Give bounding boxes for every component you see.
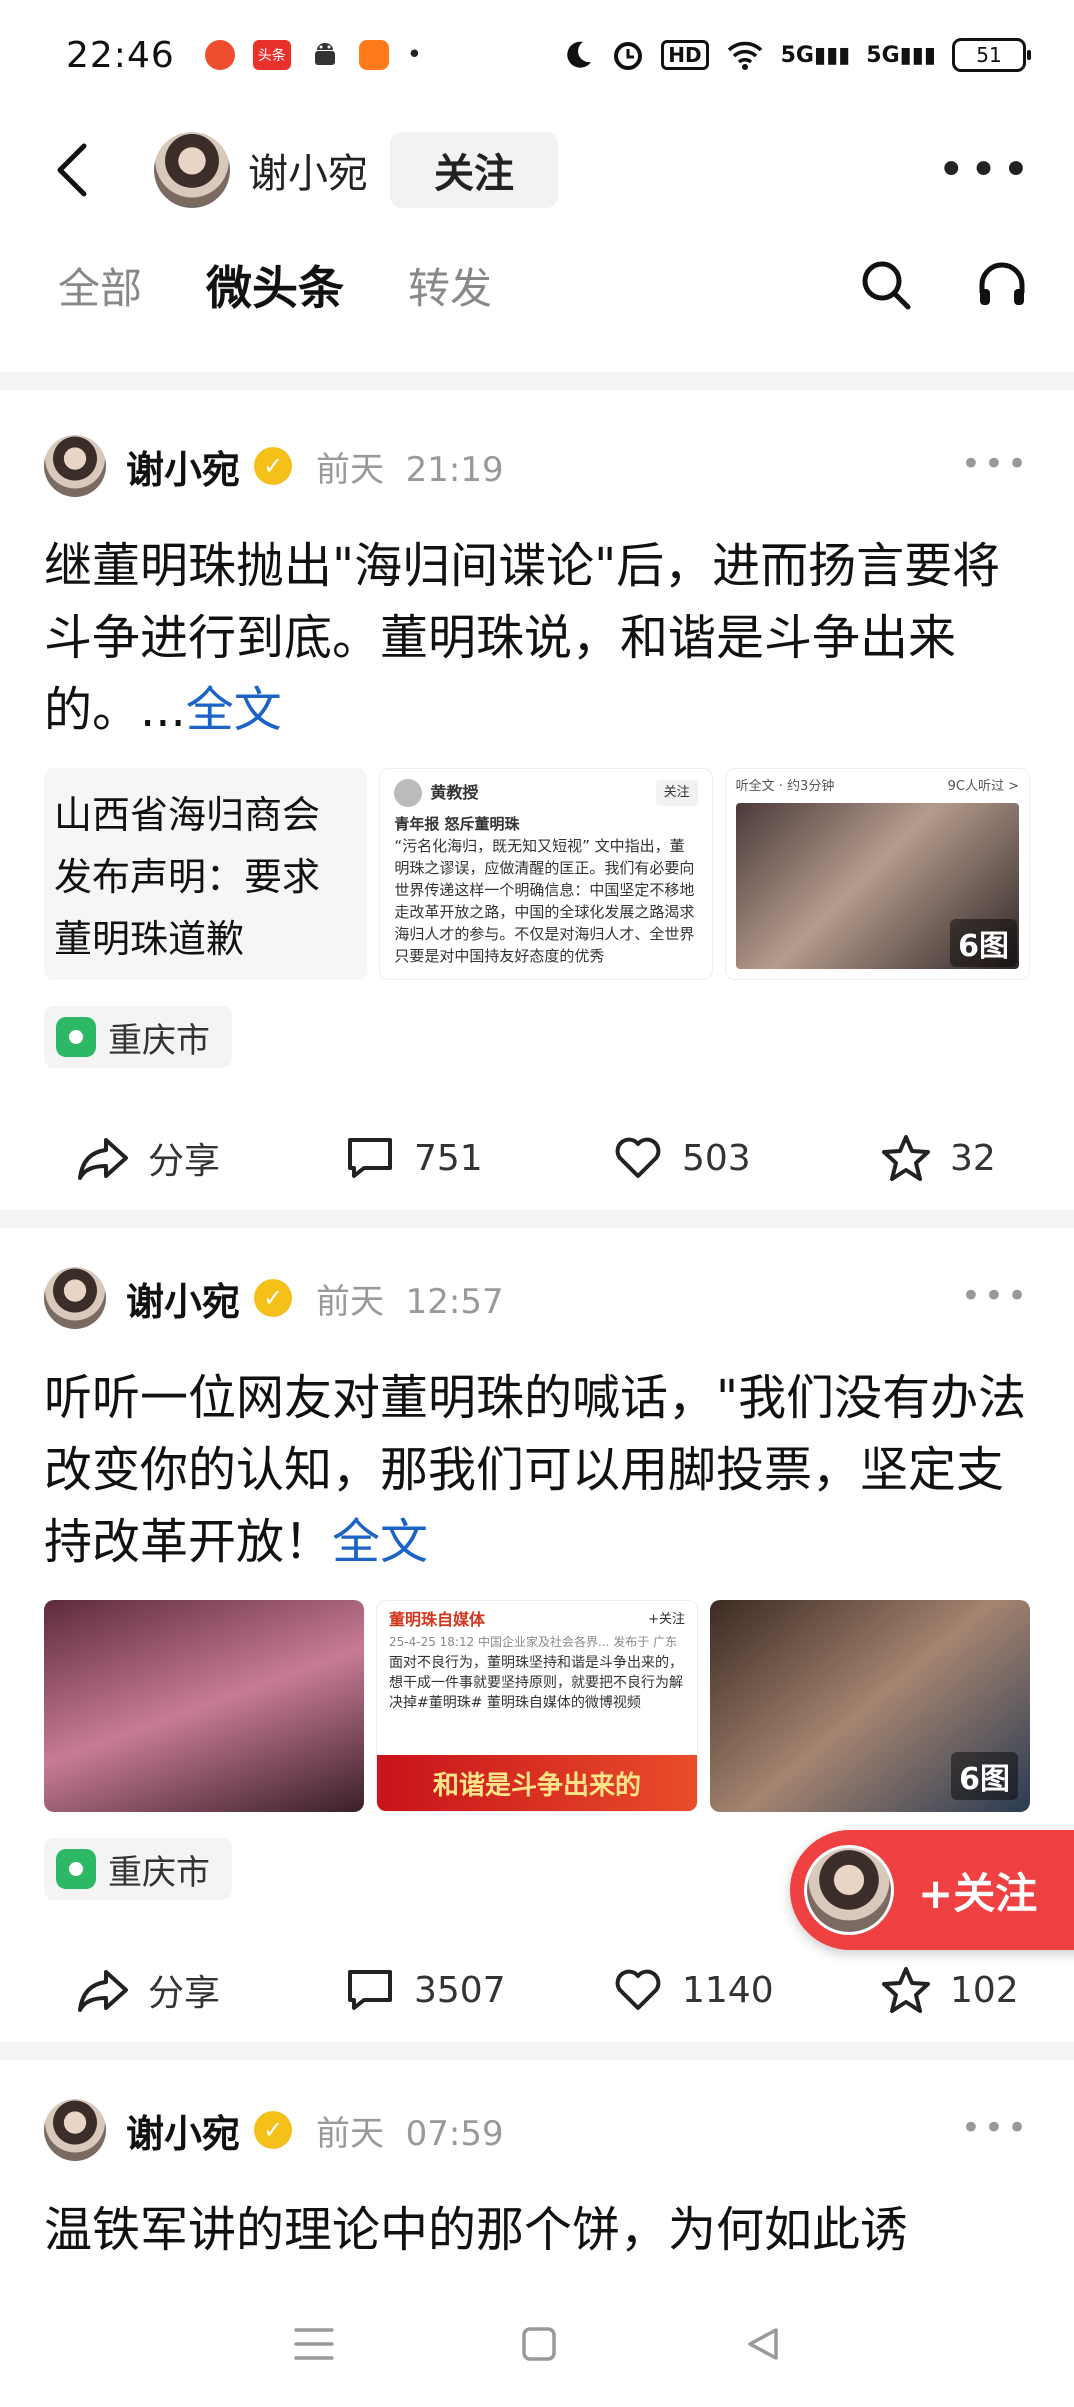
comment-icon	[348, 1970, 392, 2010]
status-bar: 22:46 头条 • HD 5G▮▮▮ 5G▮▮▮ 51	[0, 0, 1074, 110]
author-avatar[interactable]	[44, 2099, 106, 2161]
location-pin-icon	[56, 1849, 96, 1889]
image-count-badge: 6图	[950, 919, 1017, 967]
android-icon	[314, 43, 335, 65]
author-avatar[interactable]	[44, 435, 106, 497]
menu-icon[interactable]	[292, 2324, 336, 2364]
search-icon[interactable]	[858, 257, 914, 313]
post-time: 前天 12:57	[316, 1281, 504, 1322]
profile-name[interactable]: 谢小宛	[248, 141, 368, 199]
notification-app-icon	[204, 40, 235, 70]
orange-app-icon	[358, 40, 389, 70]
tab-all[interactable]: 全部	[58, 255, 142, 316]
headphones-icon[interactable]	[974, 257, 1030, 313]
wifi-icon	[727, 41, 762, 70]
divider	[0, 1210, 1074, 1228]
toutiao-icon: 头条	[252, 40, 291, 70]
content-tabs: 全部 微头条 转发	[0, 230, 1074, 340]
verified-icon: ✓	[254, 2111, 293, 2149]
divider	[0, 372, 1074, 390]
floating-follow-button[interactable]: +关注	[790, 1830, 1074, 1950]
more-icon[interactable]: •••	[937, 142, 1034, 198]
favorite-button[interactable]: 32	[880, 1133, 1030, 1183]
doc-avatar	[394, 779, 423, 807]
author-avatar[interactable]	[44, 1267, 106, 1329]
post-more-icon[interactable]: •••	[961, 444, 1030, 484]
video-banner: 和谐是斗争出来的	[377, 1755, 697, 1811]
post-time: 前天 07:59	[316, 2113, 504, 2154]
comment-button[interactable]: 751	[344, 1134, 612, 1182]
heart-icon	[615, 1137, 661, 1178]
post-card[interactable]: 谢小宛 ✓ 前天 07:59 ••• 温铁军讲的理论中的那个饼，为何如此诱	[0, 2090, 1074, 2266]
share-button[interactable]: 分享	[76, 1132, 344, 1184]
share-icon	[78, 1970, 128, 2012]
star-icon	[882, 1967, 930, 2013]
like-button[interactable]: 503	[612, 1134, 880, 1182]
image-count-badge: 6图	[951, 1752, 1018, 1800]
read-full-link[interactable]: 全文	[332, 1514, 428, 1570]
more-notifications-icon: •	[406, 40, 423, 70]
follow-button[interactable]: 关注	[390, 132, 558, 208]
signal-5g-1: 5G▮▮▮	[780, 42, 851, 68]
favorite-button[interactable]: 102	[880, 1965, 1030, 2015]
post-images: 董明珠自媒体 +关注 25-4-25 18:12 中国企业家及社会各界... 发布…	[44, 1600, 1030, 1812]
post-images: 山西省海归商会发布声明：要求董明珠道歉 黄教授 关注 青年报 怒斥董明珠 “污名…	[44, 768, 1030, 980]
post-image-2[interactable]: 董明珠自媒体 +关注 25-4-25 18:12 中国企业家及社会各界... 发布…	[376, 1600, 698, 1812]
battery-indicator: 51	[952, 38, 1031, 72]
hd-badge: HD	[661, 40, 709, 70]
status-time: 22:46	[66, 34, 175, 76]
post-text[interactable]: 听听一位网友对董明珠的喊话，"我们没有办法改变你的认知，那我们可以用脚投票，坚定…	[44, 1362, 1030, 1578]
home-square-icon[interactable]	[519, 2324, 559, 2364]
star-icon	[882, 1135, 930, 1181]
author-name[interactable]: 谢小宛	[126, 2103, 240, 2158]
location-pin-icon	[56, 1017, 96, 1057]
post-text[interactable]: 温铁军讲的理论中的那个饼，为何如此诱	[44, 2194, 1030, 2266]
post-text[interactable]: 继董明珠抛出"海归间谍论"后，进而扬言要将斗争进行到底。董明珠说，和谐是斗争出来…	[44, 530, 1030, 746]
heart-icon	[615, 1969, 661, 2010]
post-actions: 分享 751 503 32	[0, 1098, 1074, 1218]
post-image-1[interactable]: 山西省海归商会发布声明：要求董明珠道歉	[44, 768, 368, 980]
like-button[interactable]: 1140	[612, 1966, 880, 2014]
tab-micro-posts[interactable]: 微头条	[206, 252, 344, 318]
share-icon	[78, 1138, 128, 1180]
post-card[interactable]: 谢小宛 ✓ 前天 21:19 ••• 继董明珠抛出"海归间谍论"后，进而扬言要将…	[0, 426, 1074, 1218]
signal-5g-2: 5G▮▮▮	[866, 42, 936, 68]
post-more-icon[interactable]: •••	[961, 1276, 1030, 1316]
post-image-2[interactable]: 黄教授 关注 青年报 怒斥董明珠 “污名化海归，既无知又短视” 文中指出，董明珠…	[379, 768, 713, 980]
post-image-3[interactable]: 6图	[710, 1600, 1030, 1812]
profile-header: 谢小宛 关注 •••	[0, 110, 1074, 230]
post-image-1[interactable]	[44, 1600, 364, 1812]
post-header: 谢小宛 ✓ 前天 07:59 •••	[0, 2090, 1074, 2170]
moon-icon	[567, 41, 592, 68]
post-header: 谢小宛 ✓ 前天 21:19 •••	[0, 426, 1074, 506]
avatar[interactable]	[154, 132, 230, 208]
comment-icon	[348, 1138, 392, 1178]
author-name[interactable]: 谢小宛	[126, 1271, 240, 1326]
divider	[0, 2042, 1074, 2060]
read-full-link[interactable]: 全文	[186, 682, 282, 738]
share-button[interactable]: 分享	[76, 1964, 344, 2016]
location-tag[interactable]: 重庆市	[44, 1006, 232, 1068]
tab-reposts[interactable]: 转发	[408, 255, 492, 316]
post-header: 谢小宛 ✓ 前天 12:57 •••	[0, 1258, 1074, 1338]
comment-button[interactable]: 3507	[344, 1966, 612, 2014]
system-nav-bar	[0, 2280, 1074, 2407]
post-more-icon[interactable]: •••	[961, 2108, 1030, 2148]
author-name[interactable]: 谢小宛	[126, 439, 240, 494]
verified-icon: ✓	[254, 447, 293, 485]
back-button[interactable]	[52, 130, 112, 210]
verified-icon: ✓	[254, 1279, 293, 1317]
alarm-icon	[614, 42, 643, 70]
post-image-3[interactable]: 听全文 · 约3分钟 9C人听过 > 6图	[724, 768, 1030, 980]
back-triangle-icon[interactable]	[742, 2324, 782, 2364]
post-time: 前天 21:19	[316, 449, 504, 490]
avatar	[804, 1845, 894, 1935]
back-arrow-icon	[57, 143, 87, 197]
location-tag[interactable]: 重庆市	[44, 1838, 232, 1900]
